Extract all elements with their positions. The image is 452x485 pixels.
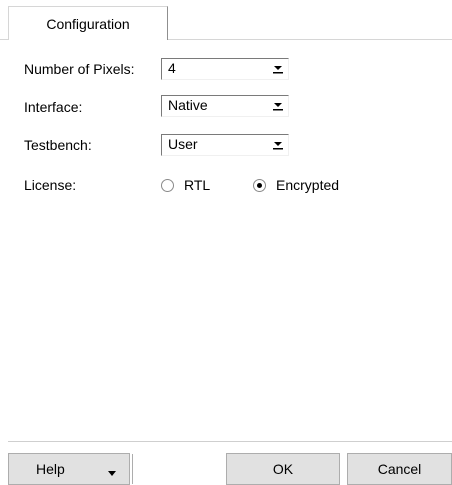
cancel-button[interactable]: Cancel bbox=[347, 453, 452, 485]
help-caret-shape bbox=[108, 471, 116, 476]
tab-baseline-left bbox=[0, 39, 8, 40]
interface-dropdown-icon[interactable] bbox=[270, 98, 286, 114]
help-button-label: Help bbox=[36, 461, 65, 477]
chevron-down-icon bbox=[273, 142, 283, 150]
pixels-value: 4 bbox=[168, 60, 176, 76]
footer-divider bbox=[8, 441, 452, 442]
tab-baseline-right bbox=[168, 39, 452, 40]
chevron-down-icon bbox=[273, 103, 283, 111]
testbench-value: User bbox=[168, 136, 198, 152]
tab-configuration[interactable]: Configuration bbox=[8, 6, 168, 40]
interface-combobox[interactable]: Native bbox=[161, 95, 289, 117]
radio-checked-icon bbox=[253, 178, 266, 192]
pixels-combobox[interactable]: 4 bbox=[161, 58, 289, 80]
help-split-divider bbox=[132, 454, 133, 484]
cancel-button-label: Cancel bbox=[377, 461, 422, 477]
pixels-label: Number of Pixels: bbox=[24, 61, 135, 77]
license-radio-rtl[interactable]: RTL bbox=[161, 177, 210, 193]
help-button[interactable]: Help bbox=[8, 453, 133, 485]
interface-value: Native bbox=[168, 97, 208, 113]
license-encrypted-label: Encrypted bbox=[276, 177, 340, 193]
caret-down-icon[interactable] bbox=[107, 465, 117, 481]
license-radio-encrypted[interactable]: Encrypted bbox=[253, 177, 339, 193]
testbench-combobox[interactable]: User bbox=[161, 134, 289, 156]
chevron-down-icon bbox=[273, 66, 283, 74]
ok-button-label: OK bbox=[272, 461, 294, 477]
tab-strip: Configuration bbox=[0, 0, 452, 40]
license-label: License: bbox=[24, 177, 77, 193]
interface-label: Interface: bbox=[24, 99, 83, 115]
testbench-label: Testbench: bbox=[24, 137, 92, 153]
ok-button[interactable]: OK bbox=[226, 453, 340, 485]
tab-configuration-label: Configuration bbox=[46, 15, 130, 32]
license-rtl-label: RTL bbox=[184, 177, 211, 193]
configuration-dialog: Configuration Number of Pixels: 4 Interf… bbox=[0, 0, 452, 485]
radio-unchecked-icon bbox=[161, 178, 174, 192]
pixels-dropdown-icon[interactable] bbox=[270, 61, 286, 77]
testbench-dropdown-icon[interactable] bbox=[270, 137, 286, 153]
